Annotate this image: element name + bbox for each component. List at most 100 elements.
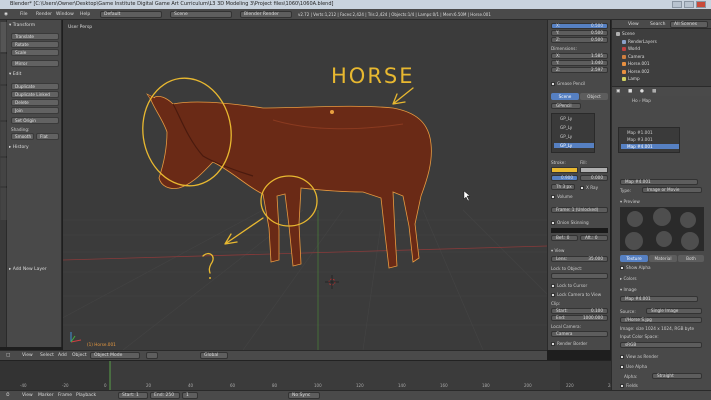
outliner-item[interactable]: Horse.001: [622, 61, 650, 67]
render-border-checkbox[interactable]: Render Border: [551, 341, 587, 346]
tab-relations[interactable]: [0, 86, 7, 120]
add-new-layer-header[interactable]: ▸ Add New Layer: [9, 266, 60, 273]
texture-slot-item[interactable]: Map #1.001: [627, 130, 653, 135]
clip-start-field[interactable]: Start: 0.100: [551, 308, 608, 314]
delete-button[interactable]: Delete: [11, 99, 59, 106]
onion-color-swatch[interactable]: [551, 228, 608, 233]
texture-name-field[interactable]: Map #4.001: [620, 179, 698, 185]
current-frame-field[interactable]: 1: [182, 392, 198, 399]
dimension-z-field[interactable]: Z: 2.597: [551, 67, 608, 73]
mode-dropdown[interactable]: Object Mode: [90, 352, 140, 359]
minimize-button[interactable]: [672, 1, 682, 8]
colors-panel-header[interactable]: ▸ Colors: [620, 276, 637, 281]
tab-tools[interactable]: [0, 22, 7, 52]
scale-x-field[interactable]: X: 0.500: [551, 23, 608, 29]
3d-cursor-icon[interactable]: [325, 275, 339, 289]
outliner-item[interactable]: RenderLayers: [622, 39, 657, 45]
texture-slot-item-active[interactable]: Map #4.001: [621, 144, 679, 149]
history-panel-header[interactable]: ▸ History: [9, 144, 60, 151]
xray-checkbox[interactable]: X Ray: [580, 185, 598, 190]
set-origin-dropdown[interactable]: Set Origin: [11, 117, 59, 124]
menu-file[interactable]: File: [20, 11, 28, 18]
tab-create[interactable]: [0, 54, 7, 84]
outliner-item[interactable]: Scene: [616, 31, 635, 37]
preview-panel-header[interactable]: ▾ Preview: [620, 199, 640, 204]
close-button[interactable]: [696, 1, 706, 8]
texture-slot-list[interactable]: Map #1.001 Map #3.001 Map #4.001: [618, 127, 680, 153]
lock-camera-checkbox[interactable]: Lock Camera to View: [551, 292, 601, 297]
source-dropdown[interactable]: Single Image: [646, 308, 702, 314]
duplicate-button[interactable]: Duplicate: [11, 83, 59, 90]
gp-tab-object[interactable]: Object: [580, 93, 608, 100]
menu-window[interactable]: Window: [56, 11, 74, 18]
lens-field[interactable]: Lens: 35.000: [551, 256, 608, 262]
stroke-color-swatch[interactable]: [551, 167, 578, 173]
mirror-button[interactable]: Mirror: [11, 60, 59, 67]
lock-object-field[interactable]: [551, 273, 608, 279]
scale-y-field[interactable]: Y: 0.500: [551, 30, 608, 36]
start-frame-field[interactable]: Start: 1: [118, 392, 148, 399]
gpencil-datablock[interactable]: GPencil: [551, 103, 581, 109]
end-frame-field[interactable]: End: 250: [150, 392, 180, 399]
tab-animation[interactable]: [0, 122, 7, 156]
outliner-item[interactable]: Horse.002: [622, 69, 650, 75]
stroke-opacity-field[interactable]: 0.900: [551, 175, 578, 181]
timeline-menu-view[interactable]: View: [22, 392, 33, 399]
lock-to-cursor-checkbox[interactable]: Lock to Cursor: [551, 283, 587, 288]
timeline-editor-icon[interactable]: ⏱: [6, 392, 10, 399]
thickness-field[interactable]: Th 3 px: [551, 184, 575, 190]
shading-mode-dropdown[interactable]: [146, 352, 158, 359]
object-tab-icon[interactable]: ■: [628, 88, 632, 95]
use-alpha-checkbox[interactable]: Use Alpha: [620, 364, 647, 369]
sync-mode-dropdown[interactable]: No Sync: [288, 392, 320, 399]
join-button[interactable]: Join: [11, 107, 59, 114]
clip-end-field[interactable]: End: 1000.000: [551, 315, 608, 321]
menu-select[interactable]: Select: [40, 352, 54, 359]
preview-tab-material[interactable]: Material: [649, 255, 677, 262]
tab-physics[interactable]: [0, 158, 7, 186]
maximize-button[interactable]: [684, 1, 694, 8]
fill-color-swatch[interactable]: [580, 167, 608, 173]
preview-tab-texture[interactable]: Texture: [620, 255, 648, 262]
grease-pencil-toggle[interactable]: [551, 82, 555, 86]
horse-model[interactable]: [146, 93, 432, 269]
view-as-render-checkbox[interactable]: View as Render: [620, 354, 658, 359]
outliner-item[interactable]: Camera: [622, 54, 644, 60]
texture-tab-icon[interactable]: ▩: [652, 88, 656, 95]
image-panel-header[interactable]: ▾ Image: [620, 287, 637, 292]
scene-dropdown[interactable]: Scene: [170, 11, 232, 18]
fields-checkbox[interactable]: Fields: [620, 383, 638, 388]
fill-opacity-field[interactable]: 0.000: [580, 175, 608, 181]
onion-after-field[interactable]: Aft.: 0: [580, 235, 608, 241]
color-space-dropdown[interactable]: sRGB: [620, 342, 702, 348]
gp-layer-list[interactable]: GP_Ly GP_Ly GP_Ly GP_Ly: [551, 113, 595, 153]
view-panel-header[interactable]: ▾ View: [551, 248, 564, 253]
menu-render[interactable]: Render: [36, 11, 52, 18]
flat-button[interactable]: Flat: [36, 133, 59, 140]
translate-button[interactable]: Translate: [11, 33, 59, 40]
menu-view[interactable]: View: [22, 352, 33, 359]
blender-logo-icon[interactable]: ◉: [4, 11, 8, 18]
local-camera-field[interactable]: Camera: [551, 331, 608, 337]
scale-button[interactable]: Scale: [11, 49, 59, 56]
outliner-menu-view[interactable]: View: [628, 21, 639, 28]
gp-layer-item[interactable]: GP_Ly: [560, 125, 572, 130]
dimension-y-field[interactable]: Y: 1.040: [551, 60, 608, 66]
render-engine-dropdown[interactable]: Blender Render: [240, 11, 292, 18]
editor-type-icon[interactable]: □: [6, 352, 10, 359]
frame-field[interactable]: Frame: 1 (Unlocked): [551, 207, 608, 213]
image-name-field[interactable]: Map #4.001: [620, 296, 698, 302]
duplicate-linked-button[interactable]: Duplicate Linked: [11, 91, 59, 98]
outliner-item[interactable]: Lamp: [622, 76, 640, 82]
gp-layer-item[interactable]: GP_Ly: [560, 134, 572, 139]
outliner-menu-search[interactable]: Search: [650, 21, 665, 28]
image-filepath-field[interactable]: //Horse S.jpg: [620, 317, 702, 323]
onion-before-field[interactable]: Bef.: 0: [551, 235, 578, 241]
timeline-menu-marker[interactable]: Marker: [38, 392, 54, 399]
volume-checkbox[interactable]: Volume: [551, 194, 573, 199]
scale-z-field[interactable]: Z: 0.500: [551, 37, 608, 43]
rotate-button[interactable]: Rotate: [11, 41, 59, 48]
3d-viewport[interactable]: HORSE User Persp (1) Horse.001: [63, 20, 547, 350]
texture-slot-item[interactable]: Map #3.001: [627, 137, 653, 142]
render-tab-icon[interactable]: ▣: [616, 88, 620, 95]
